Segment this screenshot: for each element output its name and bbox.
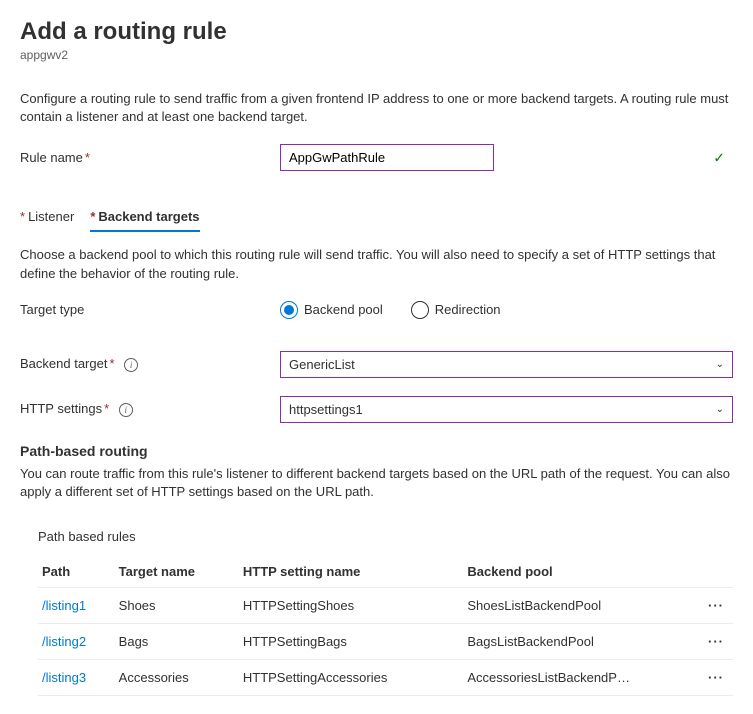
http-settings-select[interactable]: httpsettings1 ⌄	[280, 396, 733, 423]
col-path[interactable]: Path	[38, 556, 115, 588]
path-routing-heading: Path-based routing	[20, 443, 733, 459]
table-row: /listing3 Accessories HTTPSettingAccesso…	[38, 660, 733, 696]
row-actions-button[interactable]: ···	[699, 624, 733, 660]
backend-desc: Choose a backend pool to which this rout…	[20, 246, 733, 282]
page-subtitle: appgwv2	[20, 48, 733, 62]
info-icon[interactable]: i	[119, 403, 133, 417]
rule-name-label: Rule name*	[20, 150, 280, 165]
path-link[interactable]: /listing3	[42, 670, 86, 685]
backend-target-label: Backend target* i	[20, 356, 280, 372]
tab-backend-targets[interactable]: *Backend targets	[90, 203, 199, 232]
path-link[interactable]: /listing1	[42, 598, 86, 613]
check-icon: ✓	[713, 149, 725, 166]
radio-redirection[interactable]: Redirection	[411, 301, 501, 319]
table-row: /listing2 Bags HTTPSettingBags BagsListB…	[38, 624, 733, 660]
chevron-down-icon: ⌄	[716, 359, 724, 370]
row-actions-button[interactable]: ···	[699, 588, 733, 624]
path-routing-desc: You can route traffic from this rule's l…	[20, 465, 733, 501]
row-actions-button[interactable]: ···	[699, 660, 733, 696]
http-settings-label: HTTP settings* i	[20, 401, 280, 417]
chevron-down-icon: ⌄	[716, 404, 724, 415]
target-type-label: Target type	[20, 302, 280, 317]
path-link[interactable]: /listing2	[42, 634, 86, 649]
backend-target-select[interactable]: GenericList ⌄	[280, 351, 733, 378]
path-rules-table: Path Target name HTTP setting name Backe…	[38, 556, 733, 696]
intro-text: Configure a routing rule to send traffic…	[20, 90, 733, 126]
radio-backend-pool[interactable]: Backend pool	[280, 301, 383, 319]
table-row: /listing1 Shoes HTTPSettingShoes ShoesLi…	[38, 588, 733, 624]
col-target[interactable]: Target name	[115, 556, 239, 588]
page-title: Add a routing rule	[20, 18, 733, 46]
rule-name-input[interactable]	[280, 144, 494, 171]
col-pool[interactable]: Backend pool	[463, 556, 699, 588]
info-icon[interactable]: i	[124, 358, 138, 372]
col-http[interactable]: HTTP setting name	[239, 556, 464, 588]
path-rules-heading: Path based rules	[38, 529, 733, 544]
tab-listener[interactable]: *Listener	[20, 203, 74, 232]
